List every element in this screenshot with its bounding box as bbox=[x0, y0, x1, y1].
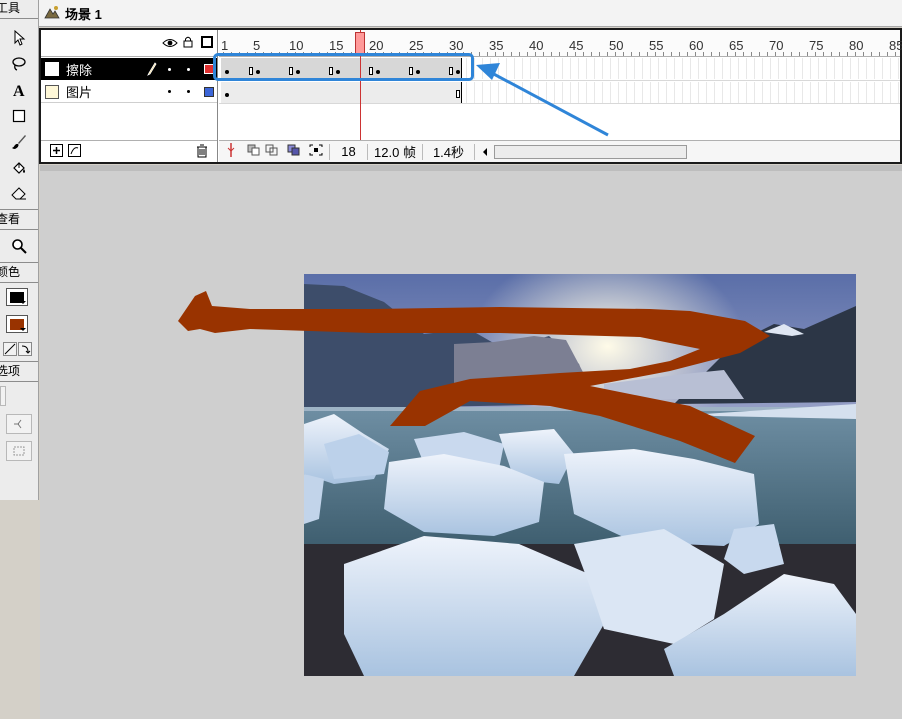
scene-label[interactable]: 场景 1 bbox=[65, 4, 102, 23]
scroll-left-icon[interactable] bbox=[474, 143, 494, 160]
frame-number: 50 bbox=[609, 38, 624, 53]
frames-highlight-box bbox=[213, 53, 474, 81]
edit-multiple-frames-icon[interactable] bbox=[287, 144, 301, 159]
swap-colors-icon[interactable] bbox=[18, 342, 32, 356]
layer-icon bbox=[45, 84, 59, 99]
eraser-tool-icon[interactable] bbox=[6, 182, 32, 206]
option-button-partial[interactable] bbox=[0, 386, 6, 406]
frame-number: 5 bbox=[253, 38, 261, 53]
straighten-option-icon[interactable] bbox=[6, 441, 32, 461]
lock-dot[interactable] bbox=[187, 90, 190, 93]
layers-header bbox=[41, 30, 217, 57]
timeline-hscroll[interactable] bbox=[494, 144, 687, 159]
lock-icon[interactable] bbox=[183, 36, 193, 51]
frame-number: 60 bbox=[689, 38, 704, 53]
paint-bucket-icon[interactable] bbox=[6, 156, 32, 180]
elapsed-time-readout: 1.4秒 bbox=[422, 143, 474, 160]
text-tool-icon[interactable]: A bbox=[6, 78, 32, 102]
annotation-arrow-icon bbox=[476, 63, 609, 137]
fill-color-swatch[interactable] bbox=[6, 315, 28, 333]
options-section-title: 选项 bbox=[0, 364, 21, 378]
rectangle-tool-icon[interactable] bbox=[6, 104, 32, 128]
visibility-dot[interactable] bbox=[168, 90, 171, 93]
frame-number: 15 bbox=[329, 38, 344, 53]
stage-area[interactable] bbox=[40, 165, 902, 719]
smooth-option-icon[interactable] bbox=[6, 414, 32, 434]
layer-icon bbox=[45, 62, 59, 76]
frame-number: 75 bbox=[809, 38, 824, 53]
keyframe[interactable] bbox=[225, 93, 229, 97]
layer-row-picture[interactable]: 图片 bbox=[41, 81, 217, 103]
layer-name: 图片 bbox=[66, 85, 93, 100]
add-layer-icon[interactable] bbox=[50, 144, 63, 157]
layer-row-erase[interactable]: 擦除 bbox=[41, 58, 217, 80]
modify-markers-icon[interactable] bbox=[309, 144, 323, 159]
scene-icon bbox=[44, 5, 60, 22]
playhead-handle[interactable] bbox=[355, 32, 365, 54]
outline-icon[interactable] bbox=[201, 36, 213, 48]
svg-text:A: A bbox=[13, 83, 25, 98]
frame-number: 25 bbox=[409, 38, 424, 53]
frame-number: 65 bbox=[729, 38, 744, 53]
frame-number: 20 bbox=[369, 38, 384, 53]
brush-tool-icon[interactable] bbox=[6, 130, 32, 154]
no-color-icon[interactable] bbox=[3, 342, 17, 356]
pencil-icon bbox=[147, 62, 157, 79]
layer-color-box[interactable] bbox=[204, 86, 214, 97]
eye-icon[interactable] bbox=[162, 37, 178, 51]
colors-section-title: 颜色 bbox=[0, 265, 21, 279]
frame-number: 70 bbox=[769, 38, 784, 53]
stroke-color-swatch[interactable] bbox=[6, 288, 28, 306]
layers-footer bbox=[41, 140, 217, 162]
frame-number: 55 bbox=[649, 38, 664, 53]
arrow-tool-icon[interactable] bbox=[6, 26, 32, 50]
frame-span[interactable] bbox=[221, 82, 462, 103]
current-frame-readout: 18 bbox=[329, 143, 367, 160]
frame-number: 1 bbox=[221, 38, 229, 53]
tools-panel-title: 工具 bbox=[0, 1, 21, 15]
layers-column: 擦除 图片 bbox=[41, 30, 218, 162]
trash-icon[interactable] bbox=[196, 144, 208, 161]
frame-number: 80 bbox=[849, 38, 864, 53]
lasso-tool-icon[interactable] bbox=[6, 52, 32, 76]
layer-name: 擦除 bbox=[66, 62, 93, 78]
add-guide-layer-icon[interactable] bbox=[68, 144, 81, 157]
frame-number: 45 bbox=[569, 38, 584, 53]
view-section-title: 查看 bbox=[0, 212, 21, 226]
frame-number: 10 bbox=[289, 38, 304, 53]
onion-skin-icon[interactable] bbox=[247, 144, 261, 159]
center-frame-icon[interactable] bbox=[227, 143, 235, 160]
zoom-tool-icon[interactable] bbox=[6, 234, 32, 258]
frame-number: 85 bbox=[889, 38, 902, 53]
lock-dot[interactable] bbox=[187, 67, 190, 71]
scene-bar: 场景 1 bbox=[39, 0, 902, 27]
frame-number: 40 bbox=[529, 38, 544, 53]
frame-number: 35 bbox=[489, 38, 504, 53]
frame-number: 30 bbox=[449, 38, 464, 53]
brush-stroke-icon bbox=[178, 291, 770, 463]
frame-rate-readout: 12.0 帧 bbox=[367, 143, 422, 160]
visibility-dot[interactable] bbox=[168, 67, 171, 71]
tools-panel: 工具 A 查看 颜色 选项 bbox=[0, 0, 39, 500]
onion-outline-icon[interactable] bbox=[265, 144, 279, 159]
